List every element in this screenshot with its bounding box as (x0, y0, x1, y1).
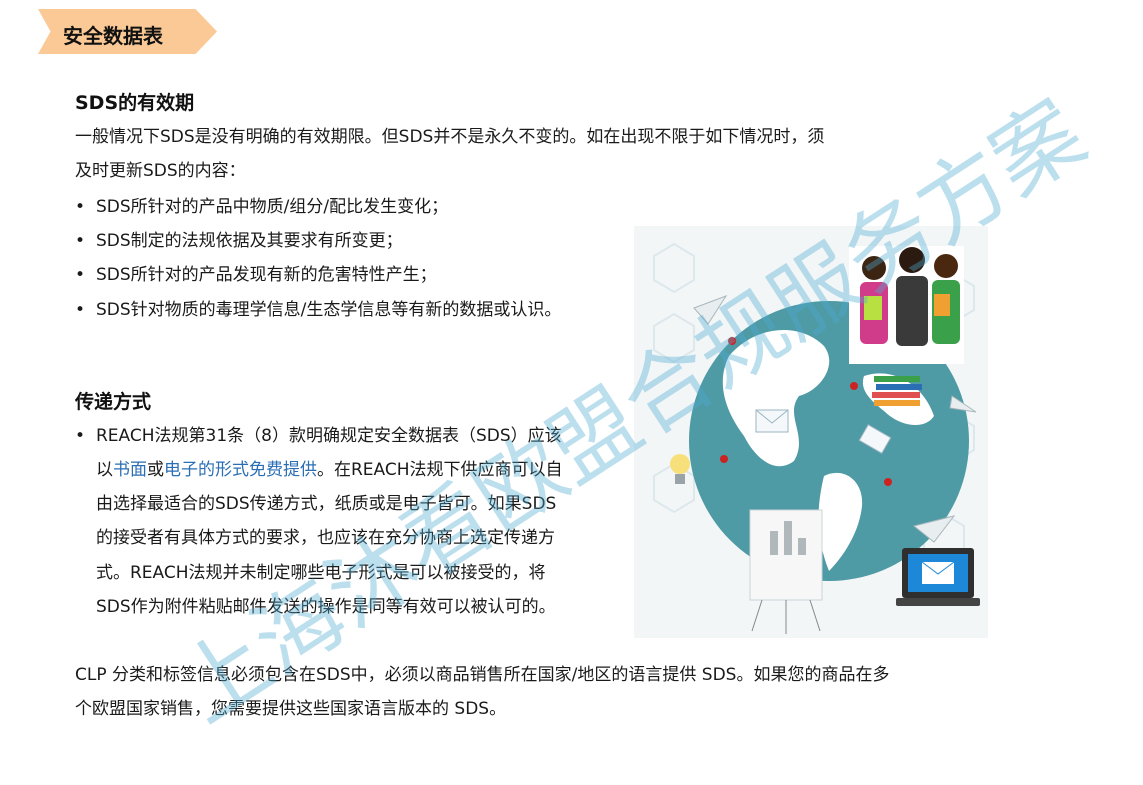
intro-line-1: 一般情况下SDS是没有明确的有效期限。但SDS并不是永久不变的。如在出现不限于如… (75, 127, 825, 147)
lightbulb-icon (670, 454, 690, 484)
link-electronic-free: 电子的形式免费提供 (164, 460, 317, 480)
section-title-validity: SDS的有效期 (75, 92, 195, 114)
link-written: 书面 (113, 460, 147, 480)
globe-illustration (634, 226, 988, 638)
presentation-board-icon (749, 509, 823, 634)
section-title-delivery: 传递方式 (75, 391, 152, 413)
section-tag-label: 安全数据表 (63, 24, 163, 48)
people-group (849, 246, 964, 364)
footer-line-2: 个欧盟国家销售，您需要提供这些国家语言版本的 SDS。 (75, 699, 507, 719)
intro-line-2: 及时更新SDS的内容： (75, 161, 246, 181)
globe-illustration-art (653, 242, 980, 634)
footer-line-1: CLP 分类和标签信息必须包含在SDS中，必须以商品销售所在国家/地区的语言提供… (75, 665, 890, 685)
section-tag: 安全数据表 (38, 9, 217, 54)
laptop-mail-icon (896, 548, 980, 606)
